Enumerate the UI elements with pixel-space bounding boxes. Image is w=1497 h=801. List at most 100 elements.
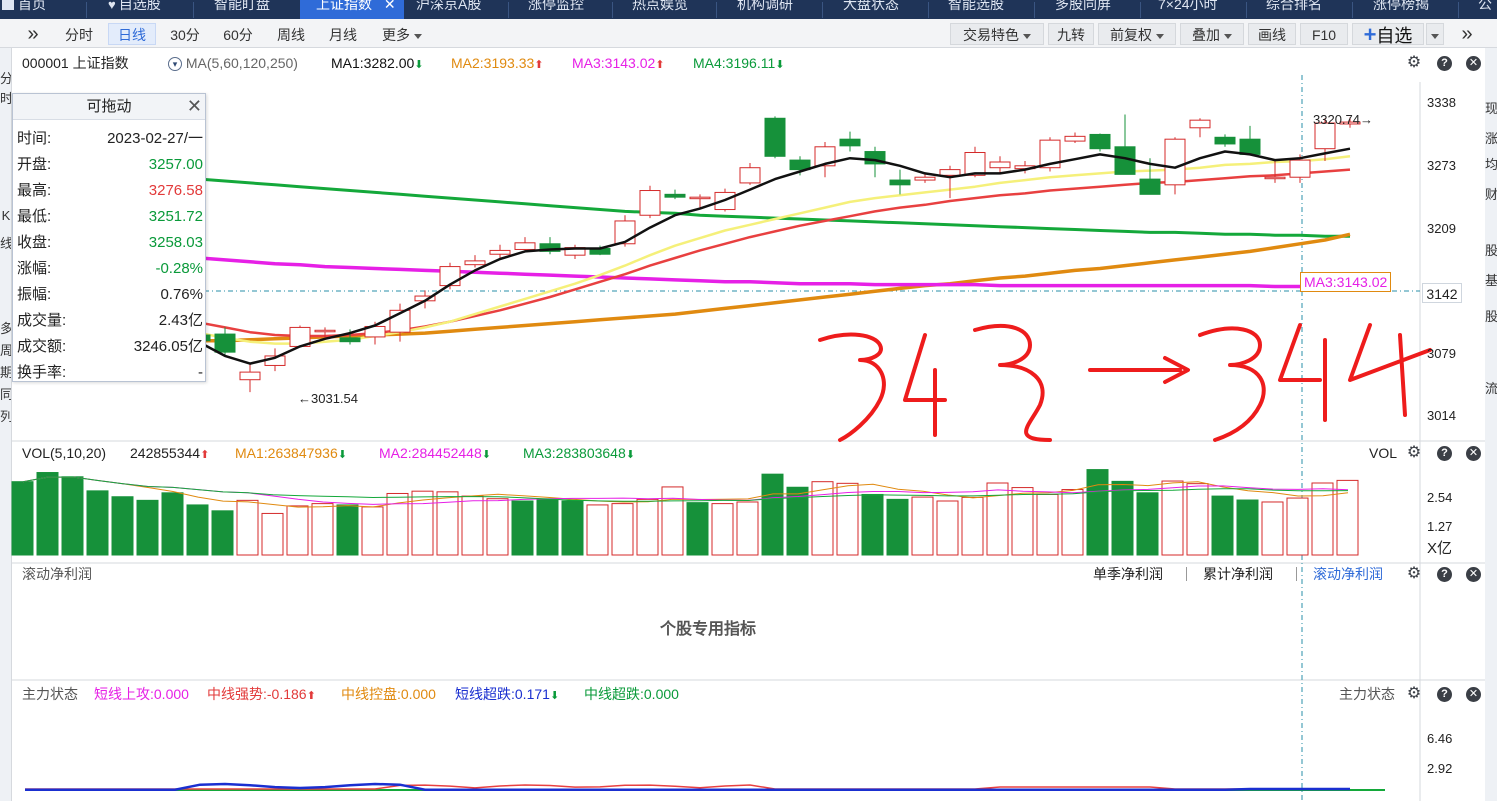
tab-ranking[interactable]: 综合排名	[1266, 0, 1346, 19]
close-panel-icon[interactable]: ✕	[1466, 446, 1481, 461]
popup-row: 时间: 2023-02-27/一	[17, 130, 203, 147]
close-panel-icon[interactable]: ✕	[1466, 56, 1481, 71]
close-panel-icon[interactable]: ✕	[1466, 687, 1481, 702]
candle-body	[1189, 119, 1211, 129]
vol-params: VOL(5,10,20)	[22, 445, 107, 461]
period-tab-monthly[interactable]: 月线	[320, 23, 366, 45]
ma-settings[interactable]: ▾ MA(5,60,120,250)	[168, 55, 298, 72]
tab-institution-research[interactable]: 机构调研	[737, 0, 817, 19]
y-tick: 3079	[1427, 346, 1456, 361]
candlestick-chart[interactable]	[0, 0, 1497, 801]
trade-feature-button[interactable]: 交易特色	[950, 23, 1044, 45]
help-icon[interactable]: ?	[1437, 687, 1452, 702]
close-icon[interactable]: ✕	[384, 0, 396, 12]
watch-dropdown-button[interactable]	[1426, 23, 1444, 45]
volume-bar	[1211, 495, 1234, 556]
help-icon[interactable]: ?	[1437, 56, 1452, 71]
double-chevron-icon[interactable]: »	[18, 23, 48, 45]
candle-body	[489, 249, 511, 255]
close-panel-icon[interactable]: ✕	[1466, 567, 1481, 582]
f10-button[interactable]: F10	[1300, 23, 1348, 45]
popup-title[interactable]: 可拖动	[13, 94, 205, 120]
volume-bar	[586, 504, 609, 556]
tab-home[interactable]: 首页	[2, 0, 60, 19]
chart-toolbar: » 分时 日线 30分 60分 周线 月线 更多 交易特色 九转 前复权 叠加 …	[0, 19, 1497, 48]
gear-icon[interactable]: ⚙	[1406, 566, 1422, 582]
volume-bar	[261, 512, 284, 556]
gear-icon[interactable]: ⚙	[1406, 686, 1422, 702]
period-tab-daily[interactable]: 日线	[108, 23, 156, 45]
candle-body	[464, 260, 486, 266]
period-tab-60min[interactable]: 60分	[214, 23, 262, 45]
popup-row: 开盘: 3257.00	[17, 156, 203, 173]
candle-body	[339, 337, 361, 343]
chevron-down-icon	[1431, 33, 1439, 39]
candle-body	[714, 191, 736, 211]
right-side-strip[interactable]: 现 涨 均 财 股 基 股 流	[1485, 48, 1497, 801]
draw-line-button[interactable]: 画线	[1248, 23, 1296, 45]
tab-announcement[interactable]: 公	[1478, 0, 1497, 19]
forward-adjust-button[interactable]: 前复权	[1098, 23, 1176, 45]
candle-body	[289, 326, 311, 347]
strip-char: 多	[0, 321, 12, 336]
data-tooltip-popup[interactable]: 可拖动 ✕ 时间: 2023-02-27/一 开盘: 3257.00 最高: 3276…	[12, 93, 206, 382]
volume-ma-line	[22, 476, 1349, 502]
tab-quarterly-profit[interactable]: 单季净利润	[1093, 566, 1163, 582]
low-price-label: ←3031.54	[298, 391, 358, 406]
period-tab-weekly[interactable]: 周线	[268, 23, 314, 45]
gear-icon[interactable]: ⚙	[1406, 445, 1422, 461]
tab-rolling-profit[interactable]: 滚动净利润	[1313, 566, 1383, 582]
tab-cumulative-profit[interactable]: 累计净利润	[1203, 566, 1273, 582]
up-arrow-icon: ⬆	[306, 690, 316, 702]
left-side-strip[interactable]: 分 时 K 线 多 周 期 同 列	[0, 48, 12, 801]
down-arrow-icon: ⬇	[775, 59, 785, 71]
y-tick: 3014	[1427, 408, 1456, 423]
gear-icon[interactable]: ⚙	[1406, 55, 1422, 71]
tab-sse-index[interactable]: 上证指数 ✕	[300, 0, 404, 19]
tab-24h[interactable]: 7×24小时	[1158, 0, 1242, 19]
tab-watchlist[interactable]: ♥ 自选股	[108, 0, 192, 19]
tab-a-shares[interactable]: 沪深京A股	[416, 0, 506, 19]
ma1-black-line	[24, 147, 1351, 365]
tab-smart-picker[interactable]: 智能选股	[948, 0, 1028, 19]
heart-icon: ♥	[108, 0, 116, 12]
volume-bar	[361, 506, 384, 556]
tab-smart-monitor[interactable]: 智能盯盘	[214, 0, 294, 19]
volume-bar	[1011, 487, 1034, 556]
tab-market-status[interactable]: 大盘状态	[843, 0, 923, 19]
help-icon[interactable]: ?	[1437, 567, 1452, 582]
ma2-value: MA2:3193.33⬆	[451, 55, 544, 71]
volume-bar	[611, 503, 634, 556]
strip-char: 基	[1485, 273, 1497, 288]
volume-ma-line	[22, 476, 1349, 505]
main-force-title: 主力状态	[22, 686, 78, 702]
period-tab-more[interactable]: 更多	[372, 23, 432, 45]
candle-body	[739, 167, 761, 184]
overlay-button[interactable]: 叠加	[1180, 23, 1244, 45]
period-tab-30min[interactable]: 30分	[162, 23, 208, 45]
candle-body	[989, 161, 1011, 169]
y-tick: 3273	[1427, 158, 1456, 173]
close-icon[interactable]: ✕	[187, 96, 202, 116]
add-watch-button[interactable]: +自选	[1352, 23, 1424, 46]
candle-body	[664, 193, 686, 198]
candle-body	[514, 242, 536, 250]
tab-limit-up-board[interactable]: 涨停榜揭	[1373, 0, 1453, 19]
strip-char: 股	[1485, 243, 1497, 258]
dropdown-circle-icon[interactable]: ▾	[168, 57, 182, 72]
help-icon[interactable]: ?	[1437, 446, 1452, 461]
candle-body	[1114, 146, 1136, 175]
up-arrow-icon: ⬆	[200, 449, 210, 461]
volume-bar	[736, 501, 759, 556]
collapse-right-icon[interactable]: »	[1452, 23, 1482, 45]
strip-char: K	[1, 208, 11, 223]
tab-hot-topics[interactable]: 热点娱览	[632, 0, 712, 19]
nine-turn-button[interactable]: 九转	[1048, 23, 1094, 45]
candle-body	[1089, 133, 1111, 150]
tab-limit-up-monitor[interactable]: 涨停监控	[528, 0, 608, 19]
period-tab-intraday[interactable]: 分时	[56, 23, 102, 45]
strip-char: 期	[0, 365, 12, 380]
tab-multi-stock[interactable]: 多股同屏	[1055, 0, 1135, 19]
stock-only-indicator-notice: 个股专用指标	[660, 621, 757, 638]
volume-bar	[661, 486, 684, 556]
